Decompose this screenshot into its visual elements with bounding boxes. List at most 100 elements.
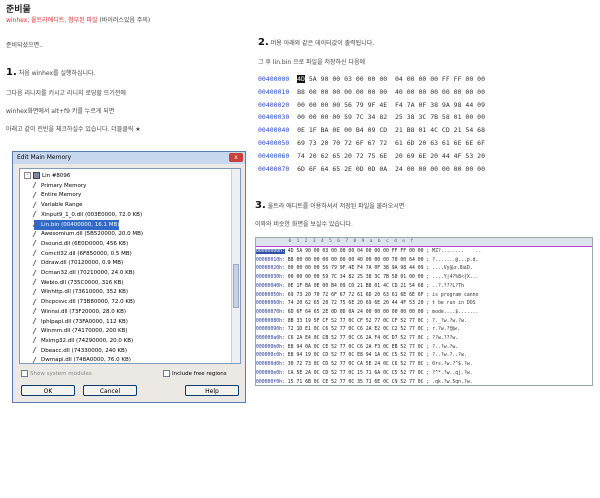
pin-icon (32, 337, 41, 344)
pin-icon (32, 191, 41, 198)
hex-editor-address: 00000090h: (256, 327, 285, 333)
hex-editor-ascii: r.?w.?웹w. (429, 327, 460, 333)
hex-editor-address: 00000060h: (256, 301, 285, 307)
tree-item[interactable]: Winnsi.dll (73F20000, 28.0 KB) (32, 307, 127, 317)
step1-line-c: 아래고 같이 린빈을 체크하실수 있습니다. 더블클릭 ★ (6, 126, 141, 133)
tree-scrollbar[interactable] (231, 169, 240, 363)
hex-row: 00400050 69 73 20 70 72 6F 67 72 61 6D 2… (258, 137, 485, 150)
ok-button[interactable]: OK (21, 385, 75, 396)
hex-editor-address: 00000000h: (256, 249, 285, 254)
tree-item[interactable]: - Lin #8096 (24, 171, 70, 181)
checkbox-box[interactable] (21, 370, 28, 377)
tree-item-label: Dwmapi.dll (748A0000, 76.0 KB) (41, 357, 131, 364)
hex-editor-ascii: ?.......@...p.d. (429, 257, 479, 263)
hex-bytes: B8 00 00 00 00 00 00 00 40 00 00 00 00 0… (297, 87, 485, 96)
hex-editor-bytes: CA 5E 2A 0C CD 52 77 0C 15 71 6A 0C C5 5… (284, 370, 430, 376)
tree-item[interactable]: Awesomium.dll (5B520000, 20.0 MB) (32, 229, 143, 239)
requirements-line: winhex, 울트라에디트, 첨부된 파일 (바이러스있음 주의) (6, 15, 150, 24)
tree-item[interactable]: Dbeacc.dll (74330000, 240 KB) (32, 346, 127, 356)
hex-editor-address: 000000e0h: (256, 370, 285, 376)
tree-item[interactable]: Winhttp.dll (73610000, 352 KB) (32, 287, 128, 297)
step1-line-b: winhex화면에서 alt+f9 키를 누르게 되면 (6, 108, 115, 115)
hex-editor-row: 000000f0h: 15 71 6B 0C CE 52 77 0C 35 71… (256, 378, 592, 386)
dialog-title: Edit Main Memory (13, 152, 245, 164)
hex-editor-bytes: 00 00 00 00 59 7C 34 82 25 38 3C 7B 58 0… (284, 275, 430, 281)
hex-bytes: 00 00 00 00 59 7C 34 82 25 38 3C 7B 58 0… (297, 113, 485, 122)
tree-item[interactable]: Entire Memory (32, 190, 81, 200)
hex-bytes: 0E 1F BA 0E 00 B4 09 CD 21 B8 01 4C CD 2… (297, 126, 485, 135)
show-system-modules-checkbox[interactable]: Show system modules (21, 370, 92, 377)
tree-item-label: Winnsi.dll (73F20000, 28.0 KB) (41, 308, 127, 315)
tree-item[interactable]: Dcman32.dll (70210000, 24.0 KB) (32, 268, 135, 278)
hex-editor-bytes: 72 1D E1 0C C6 52 77 0C C6 2A E2 0C C2 5… (284, 327, 430, 333)
tree-item[interactable]: Variable Range (32, 200, 82, 210)
hex-editor-ascii: ?..?w.?..?w. (429, 353, 467, 359)
scrollbar-thumb[interactable] (233, 264, 239, 308)
cancel-button[interactable]: Cancel (83, 385, 137, 396)
tree-item[interactable]: Winmm.dll (74170000, 200 KB) (32, 326, 128, 336)
pin-icon (32, 182, 41, 189)
hex-bytes: 00 00 00 00 56 79 9F 4E F4 7A 0F 38 9A 9… (297, 100, 485, 109)
hex-address: 00400060 (258, 151, 290, 160)
tree-item[interactable]: Webio.dll (735C0000, 316 KB) (32, 278, 124, 288)
edit-main-memory-dialog: Edit Main Memory x - Lin #8096 Primary Mem… (12, 151, 246, 403)
include-free-regions-checkbox[interactable]: Include free regions (163, 370, 227, 377)
hex-address: 00400020 (258, 100, 290, 109)
pin-icon (32, 269, 41, 276)
tree-item[interactable]: Msimg32.dll (74290000, 20.0 KB) (32, 336, 133, 346)
tree-item-label: Comctl32.dll (6F850000, 0.5 MB) (41, 250, 132, 257)
step1-heading: 1. 처음 winhex를 실행하십니다. (6, 67, 95, 78)
hex-editor-ascii: ?..?w.?w. (429, 344, 459, 350)
step2-number: 2. (258, 37, 269, 48)
module-tree[interactable]: - Lin #8096 Primary Memory Entire Memory Var… (19, 168, 241, 364)
help-button[interactable]: Help (185, 385, 239, 396)
expander-icon[interactable]: - (24, 172, 31, 179)
tree-item[interactable]: Ddraw.dll (70120000, 0.9 MB) (32, 258, 123, 268)
hex-editor-address: 00000070h: (256, 309, 285, 315)
step2-heading: 2. 머용 아래와 같은 데이터값이 출력됩니다. (258, 37, 374, 48)
tree-item[interactable]: Primary Memory (32, 181, 86, 191)
hex-editor-bytes: 69 73 20 70 72 6F 67 72 61 6D 20 63 61 6… (284, 292, 430, 298)
pin-icon (32, 298, 41, 305)
ultraedit-hex-view: 0 1 2 3 4 5 6 7 8 9 a b c d e f 00000000… (255, 237, 593, 386)
hex-editor-ascii: ....Vy묾z.8쑈D. (429, 266, 473, 272)
tree-item[interactable]: Dhcpcsvc.dll (73B80000, 72.0 KB) (32, 297, 135, 307)
requirements-note: (바이러스있음 주의) (97, 17, 151, 24)
tree-item-label: Lin #8096 (42, 173, 71, 179)
pin-icon (32, 308, 41, 315)
tree-item[interactable]: Xinput9_1_0.dll (003E0000, 72.0 KB) (32, 210, 142, 220)
tree-item-label: Dsound.dll (6E0D0000, 456 KB) (41, 240, 129, 247)
hex-editor-ascii: 0rs.?w.?^$.?w. (429, 362, 473, 368)
hex-editor-ascii: MZ?........ .. (429, 249, 482, 254)
requirements-red: winhex, 울트라에디트, 첨부된 파일 (6, 17, 98, 24)
hex-editor-address: 00000040h: (256, 283, 285, 289)
show-system-modules-label: Show system modules (30, 371, 92, 377)
hex-editor-bytes: C6 2A E4 0C CB 52 77 0C C6 2A F4 0C D7 5… (284, 336, 430, 341)
hex-editor-address: 000000b0h: (256, 344, 285, 350)
step2-line: 그 후 lin.bin 으로 파일을 저장하신 다음에 (258, 59, 366, 66)
close-icon[interactable]: x (229, 153, 243, 162)
step3-text: 울트라 에디트를 이용하셔서 저장된 파일을 불러오시면 (267, 203, 405, 210)
pin-icon (32, 259, 41, 266)
hex-editor-bytes: B8 00 00 00 00 00 00 00 40 00 00 00 70 0… (284, 257, 430, 263)
hex-editor-address: 00000050h: (256, 292, 285, 298)
checkbox-box[interactable] (163, 370, 170, 377)
step3-number: 3. (255, 200, 266, 211)
hex-editor-bytes: E8 94 0A 0C CE 52 77 0C C6 2A F3 0C EB 5… (284, 344, 430, 350)
tree-item[interactable]: Iphlpapi.dll (73FA0000, 112 KB) (32, 317, 128, 327)
hex-bytes: 5A 90 00 03 00 00 00 04 00 00 00 FF FF 0… (304, 75, 485, 83)
hex-editor-bytes: 6D 6F 64 65 2E 0D 0D 0A 24 00 00 00 00 0… (284, 309, 430, 315)
tree-item[interactable]: Lin.bin (00400000, 16.1 MB) (32, 219, 120, 230)
step3-heading: 3. 울트라 에디트를 이용하셔서 저장된 파일을 불러오시면 (255, 200, 404, 211)
hex-editor-ascii: ....Y|4?%8<{X... (429, 275, 479, 281)
pin-icon (32, 211, 41, 218)
tree-item[interactable]: Dsound.dll (6E0D0000, 456 KB) (32, 239, 129, 249)
hex-row: 00400010 B8 00 00 00 00 00 00 00 40 00 0… (258, 86, 485, 99)
hex-editor-address: 00000020h: (256, 266, 285, 272)
hex-cursor-byte: 4D (297, 75, 305, 83)
tree-item[interactable]: Dwmapi.dll (748A0000, 76.0 KB) (32, 355, 131, 364)
pin-icon (32, 279, 41, 286)
hex-row: 00400000 4D 5A 90 00 03 00 00 00 04 00 0… (258, 73, 485, 86)
pin-icon (32, 230, 41, 237)
tree-item[interactable]: Comctl32.dll (6F850000, 0.5 MB) (32, 249, 132, 259)
